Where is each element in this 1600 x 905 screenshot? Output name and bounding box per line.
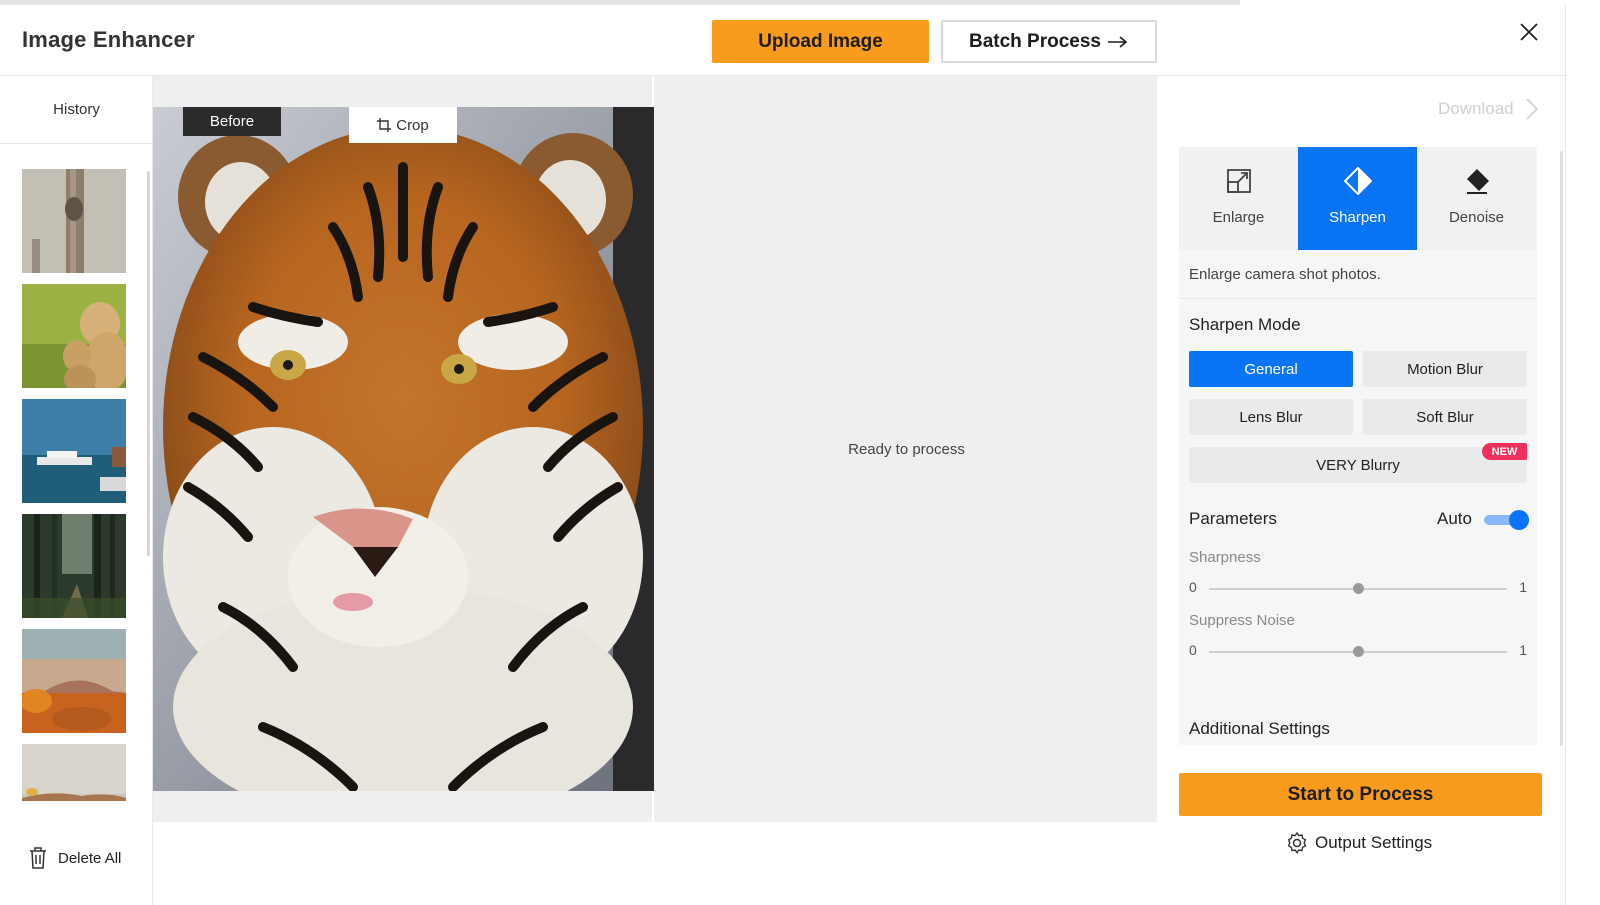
auto-toggle[interactable] <box>1484 510 1529 530</box>
eraser-icon <box>1466 169 1489 194</box>
status-text: Ready to process <box>848 440 965 458</box>
thumbnail-cheetahs[interactable] <box>22 284 126 388</box>
sharpness-min: 0 <box>1189 579 1197 595</box>
after-pane: Ready to process <box>656 76 1157 822</box>
mode-description: Enlarge camera shot photos. <box>1179 250 1537 299</box>
thumbnail-sea-boat[interactable] <box>22 399 126 503</box>
option-very-blurry-label: VERY Blurry <box>1316 456 1400 474</box>
batch-process-label: Batch Process <box>968 30 1101 52</box>
sidebar-scrollbar[interactable] <box>147 171 150 556</box>
additional-settings-title[interactable]: Additional Settings <box>1189 719 1330 739</box>
crop-icon <box>377 118 392 132</box>
thumbnail-desert-dusk[interactable] <box>22 744 126 801</box>
auto-label: Auto <box>1437 509 1472 528</box>
suppress-noise-min: 0 <box>1189 642 1197 658</box>
header-bar: Image Enhancer Upload Image Batch Proces… <box>0 5 1566 76</box>
mode-tabs: Enlarge Sharpen Denoise <box>1179 147 1537 250</box>
tab-enlarge-label: Enlarge <box>1212 209 1265 226</box>
start-process-button[interactable]: Start to Process <box>1179 773 1542 816</box>
arrow-right-icon <box>1108 35 1128 48</box>
suppress-noise-max: 1 <box>1519 642 1527 658</box>
thumbnail-tree-trunk[interactable] <box>22 169 126 273</box>
sharpness-slider[interactable]: 0 1 <box>1189 579 1527 599</box>
tab-denoise[interactable]: Denoise <box>1417 147 1536 250</box>
option-lens-blur[interactable]: Lens Blur <box>1189 399 1353 435</box>
image-viewer: Before Crop Ready to process <box>153 76 1157 822</box>
output-settings-button[interactable]: Output Settings <box>1285 831 1432 855</box>
sharpen-mode-title: Sharpen Mode <box>1189 315 1301 334</box>
auto-toggle-knob <box>1509 510 1529 530</box>
history-sidebar: History Delete All <box>0 76 153 905</box>
option-very-blurry[interactable]: VERY Blurry NEW <box>1189 443 1527 483</box>
enhance-settings-box: Enlarge Sharpen Denoise Enlarge camera s… <box>1179 147 1537 745</box>
image-enhancer-window: Image Enhancer Upload Image Batch Proces… <box>0 5 1566 905</box>
tab-denoise-label: Denoise <box>1448 209 1505 226</box>
before-label: Before <box>183 107 281 136</box>
panel-scrollbar[interactable] <box>1560 151 1563 746</box>
upload-image-button[interactable]: Upload Image <box>712 20 929 63</box>
close-icon[interactable] <box>1518 21 1540 43</box>
before-pane: Before Crop <box>153 76 654 822</box>
tiger-photo <box>153 107 654 791</box>
tab-sharpen[interactable]: Sharpen <box>1298 147 1417 250</box>
app-title: Image Enhancer <box>22 27 195 52</box>
gear-icon <box>1287 831 1307 854</box>
settings-panel: Download Enlarge Sharpen Denoise Enlarge… <box>1157 76 1566 905</box>
download-label: Download <box>1438 99 1514 118</box>
crop-button[interactable]: Crop <box>349 107 457 143</box>
thumbnail-desert-sunset[interactable] <box>22 629 126 733</box>
batch-process-button[interactable]: Batch Process <box>941 20 1157 63</box>
option-soft-blur[interactable]: Soft Blur <box>1363 399 1527 435</box>
tab-sharpen-label: Sharpen <box>1329 209 1386 226</box>
sharpness-handle[interactable] <box>1352 583 1364 594</box>
output-settings-label: Output Settings <box>1315 833 1433 852</box>
delete-all-label: Delete All <box>58 849 122 867</box>
suppress-noise-label: Suppress Noise <box>1189 612 1295 629</box>
sharpen-icon <box>1343 167 1372 195</box>
download-button[interactable]: Download <box>1438 98 1538 120</box>
enlarge-icon <box>1226 169 1251 193</box>
option-motion-blur[interactable]: Motion Blur <box>1363 351 1527 387</box>
option-general[interactable]: General <box>1189 351 1353 387</box>
suppress-noise-handle[interactable] <box>1352 646 1364 657</box>
history-label: History <box>0 76 153 144</box>
parameters-title: Parameters <box>1189 509 1277 528</box>
sharpness-label: Sharpness <box>1189 549 1261 566</box>
chevron-right-icon <box>1525 98 1538 120</box>
history-thumbnail-list[interactable] <box>22 169 126 801</box>
suppress-noise-slider[interactable]: 0 1 <box>1189 642 1527 662</box>
trash-icon <box>30 847 46 869</box>
crop-label: Crop <box>396 116 429 134</box>
thumbnail-forest[interactable] <box>22 514 126 618</box>
tab-enlarge[interactable]: Enlarge <box>1179 147 1298 250</box>
delete-all-button[interactable]: Delete All <box>28 846 121 870</box>
sharpness-max: 1 <box>1519 579 1527 595</box>
new-badge: NEW <box>1482 443 1527 460</box>
